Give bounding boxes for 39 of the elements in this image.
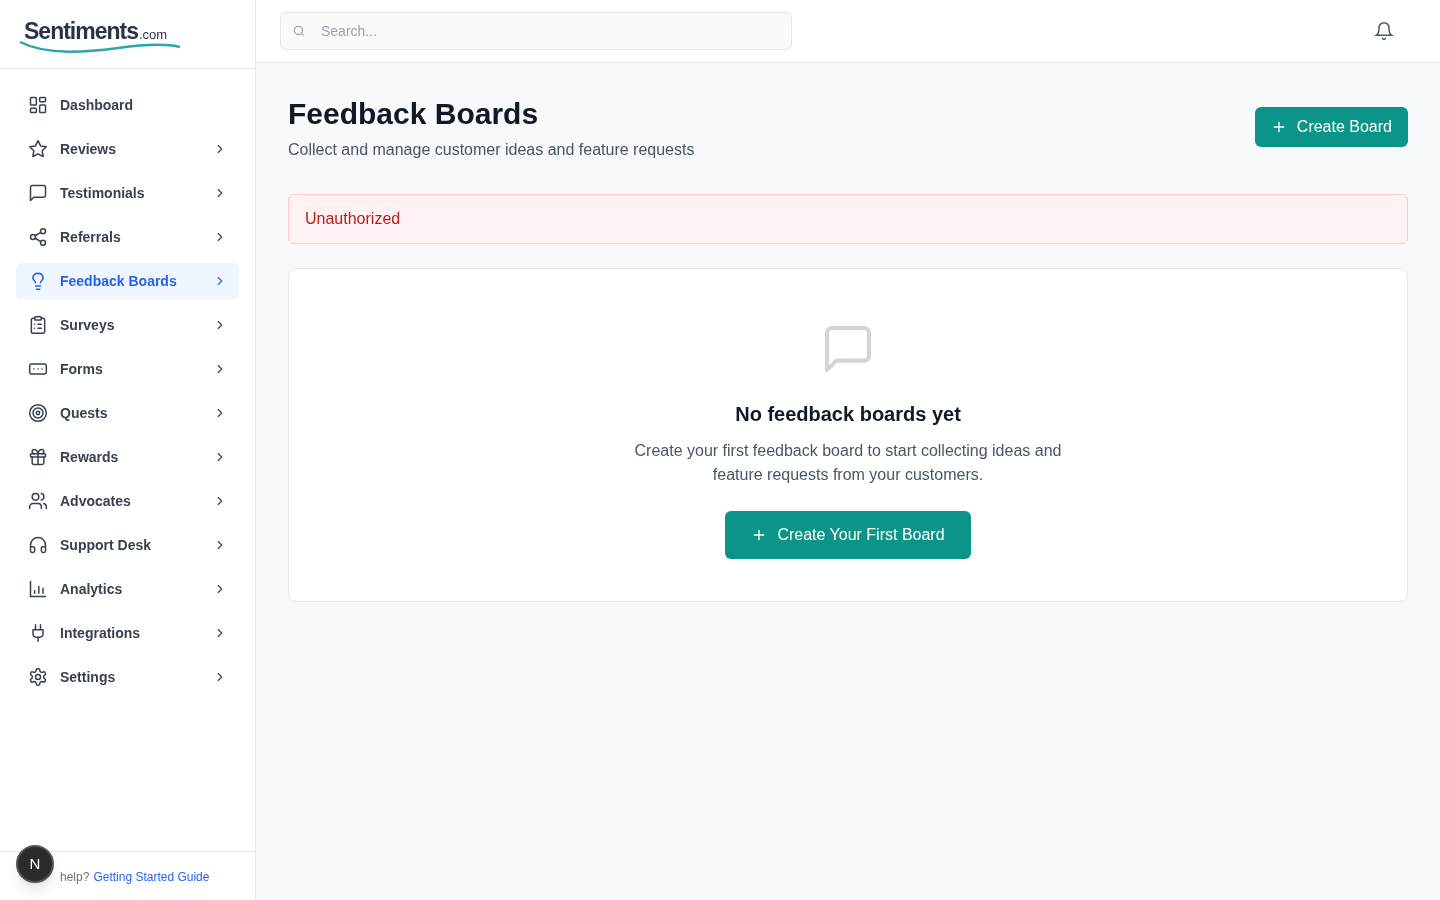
logo: Sentiments.com — [18, 14, 183, 54]
sidebar-item[interactable]: Integrations — [16, 615, 239, 651]
help-text: help? — [60, 869, 90, 886]
sidebar-item[interactable]: Feedback Boards — [16, 263, 239, 299]
sidebar-item[interactable]: Reviews — [16, 131, 239, 167]
error-message: Unauthorized — [305, 209, 401, 229]
empty-state-text: Create your first feedback board to start collecting ideas and feature requests from your customers. — [633, 441, 1063, 485]
settings-icon — [28, 667, 48, 687]
getting-started-link[interactable]: Getting Started Guide — [93, 868, 210, 886]
bar-chart-icon — [28, 579, 48, 599]
share-icon — [28, 227, 48, 247]
sidebar-item[interactable]: Analytics — [16, 571, 239, 607]
clipboard-icon — [28, 315, 48, 335]
search-icon — [292, 24, 306, 38]
target-icon — [28, 403, 48, 423]
sidebar-item[interactable]: Support Desk — [16, 527, 239, 563]
create-board-button[interactable]: Create Board — [1254, 107, 1408, 147]
headphones-icon — [28, 535, 48, 555]
sidebar-item[interactable]: Advocates — [16, 483, 239, 519]
sidebar-item[interactable]: Quests — [16, 395, 239, 431]
notification-bell-icon[interactable] — [1374, 21, 1394, 41]
search-field[interactable]: Search... — [280, 12, 792, 50]
star-icon — [28, 139, 48, 159]
empty-state-title: No feedback boards yet — [735, 402, 961, 427]
sidebar-item[interactable]: Forms — [16, 351, 239, 387]
grid-icon — [28, 95, 48, 115]
page-subtitle: Collect and manage customer ideas and feature requests — [288, 140, 695, 160]
sidebar-item[interactable]: Testimonials — [16, 175, 239, 211]
avatar-badge[interactable]: N — [16, 845, 54, 883]
sidebar-item[interactable]: Referrals — [16, 219, 239, 255]
gift-icon — [28, 447, 48, 467]
sidebar-item[interactable]: Rewards — [16, 439, 239, 475]
message-icon — [28, 183, 48, 203]
sidebar-item[interactable]: Settings — [16, 659, 239, 695]
create-first-board-button[interactable]: Create Your First Board — [725, 511, 971, 559]
users-icon — [28, 491, 48, 511]
page-title: Feedback Boards — [288, 96, 540, 132]
sidebar-item[interactable]: Dashboard — [16, 87, 239, 123]
sidebar-item[interactable]: Surveys — [16, 307, 239, 343]
